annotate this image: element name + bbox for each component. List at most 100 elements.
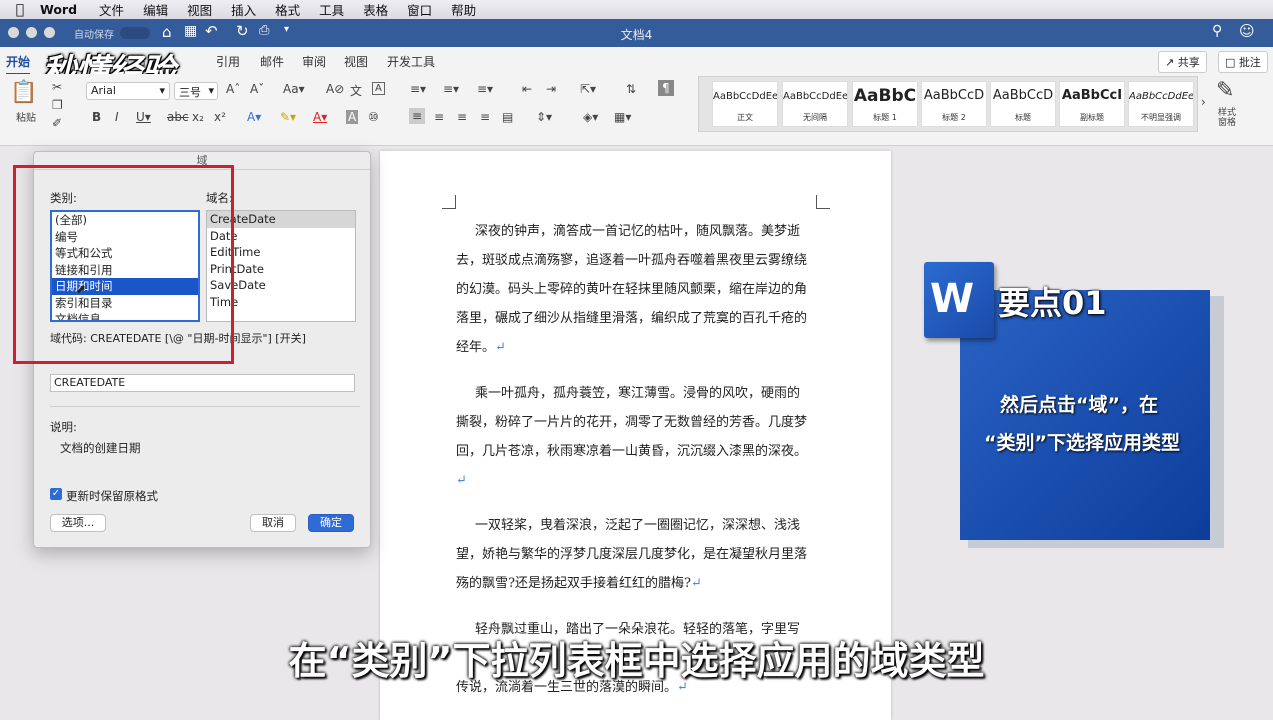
strikethrough-icon[interactable]: abc <box>167 110 189 124</box>
text-effects-icon[interactable]: A▾ <box>247 110 261 124</box>
menu-help[interactable]: 帮助 <box>451 0 476 19</box>
tab-mailings[interactable]: 邮件 <box>260 53 284 70</box>
doc-paragraph: 一双轻桨，曳着深浪，泛起了一圈圈记忆，深深想、浅浅望，娇艳与繁华的浮梦几度深层几… <box>456 511 808 598</box>
borders-icon[interactable]: ▦▾ <box>614 110 631 124</box>
font-size-select[interactable]: 三号 ▾ <box>174 82 218 100</box>
style-subtle-emphasis[interactable]: AaBbCcDdEe 不明显强调 <box>1128 81 1194 127</box>
styles-gallery: AaBbCcDdEe 正文 AaBbCcDdEe 无间隔 AaBbC 标题 1 AaB… <box>698 76 1206 132</box>
document-title: 文档4 <box>620 28 653 42</box>
font-color-icon[interactable]: A▾ <box>313 110 327 124</box>
align-center-icon[interactable]: ≡ <box>434 110 444 124</box>
ok-button[interactable]: 确定 <box>308 514 354 532</box>
cut-icon[interactable]: ✂ <box>52 80 62 94</box>
chevron-down-icon: ▾ <box>208 84 214 97</box>
tip-heading: 要点01 <box>998 284 1107 322</box>
underline-icon[interactable]: U▾ <box>136 110 151 124</box>
margin-corner-mark <box>816 195 830 209</box>
share-icon: ↗ <box>1165 56 1178 69</box>
cancel-button[interactable]: 取消 <box>250 514 296 532</box>
paragraph-mark-icon: ↵ <box>456 473 467 488</box>
paste-label: 粘贴 <box>16 113 36 124</box>
comments-label: 批注 <box>1238 56 1261 69</box>
menu-tools[interactable]: 工具 <box>319 0 344 19</box>
multilevel-list-icon[interactable]: ≡▾ <box>477 82 493 96</box>
style-name: 不明显强调 <box>1141 113 1181 122</box>
char-shading-icon[interactable]: A <box>346 110 359 124</box>
style-name: 正文 <box>737 113 753 122</box>
sort-icon[interactable]: ⇅ <box>626 82 636 96</box>
menu-format[interactable]: 格式 <box>275 0 300 19</box>
menu-view[interactable]: 视图 <box>187 0 212 19</box>
clear-format-icon[interactable]: A⊘ <box>326 82 344 96</box>
comments-button[interactable]: □ 批注 <box>1218 51 1268 73</box>
superscript-icon[interactable]: x² <box>214 110 226 124</box>
menu-app-name[interactable]: Word <box>40 2 77 17</box>
video-subtitle: 在“类别”下拉列表框中选择应用的域类型 <box>288 639 985 683</box>
font-name-select[interactable]: Arial ▾ <box>86 82 170 100</box>
styles-pane-icon[interactable]: ✎ <box>1216 78 1234 103</box>
style-subtitle[interactable]: AaBbCcI 副标题 <box>1059 81 1125 127</box>
preserve-format-checkbox[interactable]: ✓ <box>50 488 62 500</box>
style-sample: AaBbCcD <box>992 88 1054 103</box>
format-painter-icon[interactable]: ✐ <box>52 116 62 130</box>
style-no-spacing[interactable]: AaBbCcDdEe 无间隔 <box>782 81 848 127</box>
tab-view[interactable]: 视图 <box>344 53 368 70</box>
text-direction-icon[interactable]: ⇱▾ <box>580 82 596 96</box>
shrink-font-icon[interactable]: Aˇ <box>250 82 264 96</box>
menu-insert[interactable]: 插入 <box>231 0 256 19</box>
copy-icon[interactable]: ❐ <box>52 98 63 112</box>
bullets-icon[interactable]: ≡▾ <box>410 82 426 96</box>
line-spacing-icon[interactable]: ⇕▾ <box>536 110 552 124</box>
align-right-icon[interactable]: ≡ <box>457 110 467 124</box>
style-name: 标题 2 <box>942 113 966 122</box>
style-sample: AaBbCcDdEe <box>713 91 777 102</box>
enclose-char-icon[interactable]: ⑩ <box>368 110 379 124</box>
italic-icon[interactable]: I <box>115 110 119 124</box>
tab-home[interactable]: 开始 <box>6 53 31 75</box>
paste-icon[interactable]: 📋 <box>10 80 37 105</box>
styles-pane-label: 样式 窗格 <box>1218 108 1237 128</box>
style-heading1[interactable]: AaBbC 标题 1 <box>852 81 918 127</box>
doc-paragraph: 深夜的钟声，滴答成一首记忆的枯叶，随风飘落。美梦逝去，斑驳成点滴殇寥，追逐着一叶… <box>456 217 808 362</box>
numbering-icon[interactable]: ≡▾ <box>443 82 459 96</box>
subscript-icon[interactable]: x₂ <box>192 110 204 124</box>
font-size-value: 三号 <box>179 86 201 99</box>
style-title[interactable]: AaBbCcD 标题 <box>990 81 1056 127</box>
title-bar: 自动保存 ⌂ ▦ ↶ ↻ ⎙ ▾ 文档4 ⚲ ☺ <box>0 19 1273 47</box>
field-code-input[interactable]: CREATEDATE <box>50 374 355 392</box>
style-sample: AaBbCcDdEe <box>783 91 847 102</box>
menu-file[interactable]: 文件 <box>99 0 124 19</box>
menu-table[interactable]: 表格 <box>363 0 388 19</box>
highlight-icon[interactable]: ✎▾ <box>280 110 296 124</box>
align-left-icon[interactable]: ≡ <box>409 108 426 124</box>
tab-developer[interactable]: 开发工具 <box>387 53 435 70</box>
decrease-indent-icon[interactable]: ⇤ <box>522 82 532 96</box>
style-heading2[interactable]: AaBbCcD 标题 2 <box>921 81 987 127</box>
tab-review[interactable]: 审阅 <box>302 53 326 70</box>
bold-icon[interactable]: B <box>92 110 101 124</box>
menu-edit[interactable]: 编辑 <box>143 0 168 19</box>
char-border-icon[interactable]: A <box>372 82 385 95</box>
shading-icon[interactable]: ◈▾ <box>583 110 598 124</box>
increase-indent-icon[interactable]: ⇥ <box>546 82 556 96</box>
change-case-icon[interactable]: Aa▾ <box>283 82 305 96</box>
apple-icon[interactable]:  <box>0 2 40 18</box>
share-label: 共享 <box>1177 56 1200 69</box>
paragraph-mark-icon: ↵ <box>690 576 702 591</box>
grow-font-icon[interactable]: Aˆ <box>226 82 240 96</box>
account-icon[interactable]: ☺ <box>1239 22 1255 40</box>
phonetic-guide-icon[interactable]: 文 <box>350 82 362 99</box>
distributed-icon[interactable]: ▤ <box>502 110 513 124</box>
justify-icon[interactable]: ≡ <box>480 110 490 124</box>
style-name: 副标题 <box>1080 113 1104 122</box>
options-button[interactable]: 选项... <box>50 514 106 532</box>
style-normal[interactable]: AaBbCcDdEe 正文 <box>712 81 778 127</box>
comment-icon: □ <box>1225 56 1239 69</box>
menu-window[interactable]: 窗口 <box>407 0 432 19</box>
chevron-right-icon[interactable]: › <box>1201 95 1206 109</box>
share-button[interactable]: ↗ 共享 <box>1158 51 1207 73</box>
tab-references[interactable]: 引用 <box>216 53 240 70</box>
show-marks-icon[interactable]: ¶ <box>658 80 674 96</box>
style-sample: AaBbCcD <box>923 88 985 103</box>
search-icon[interactable]: ⚲ <box>1212 23 1222 39</box>
